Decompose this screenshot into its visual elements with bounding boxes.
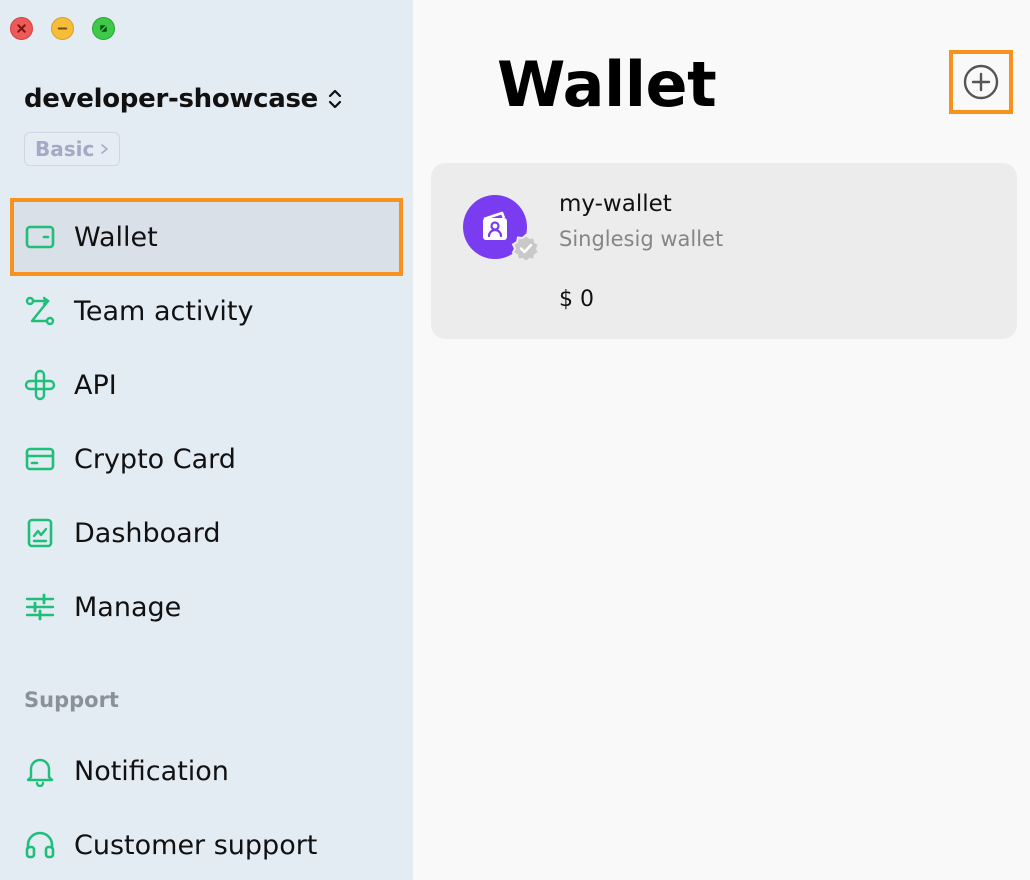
sidebar-item-label: Dashboard [74, 517, 221, 549]
window-controls [10, 17, 115, 40]
sidebar-item-label: Manage [74, 591, 182, 623]
sidebar-item-crypto-card[interactable]: Crypto Card [10, 420, 403, 498]
org-name: developer-showcase [24, 84, 318, 114]
add-wallet-button[interactable] [949, 50, 1013, 114]
credit-card-icon [25, 447, 55, 471]
main-content: Wallet my-wallet Singlesig wallet $ 0 [413, 0, 1030, 880]
org-switcher[interactable]: developer-showcase [24, 84, 344, 114]
sidebar-item-label: Crypto Card [74, 443, 236, 475]
sidebar-item-label: Wallet [74, 221, 158, 253]
maximize-window-button[interactable] [92, 17, 115, 40]
wallet-balance: $ 0 [559, 287, 594, 312]
chevron-up-down-icon [328, 89, 342, 109]
sidebar-item-label: Team activity [74, 295, 254, 327]
sliders-icon [25, 593, 55, 621]
close-window-button[interactable] [10, 17, 33, 40]
wallet-card[interactable]: my-wallet Singlesig wallet $ 0 [431, 163, 1017, 339]
bell-icon [26, 758, 54, 787]
sidebar-item-label: API [74, 369, 117, 401]
maximize-icon [100, 25, 107, 32]
plan-badge[interactable]: Basic [24, 132, 121, 166]
verified-badge-icon [511, 233, 541, 263]
wallet-name: my-wallet [559, 191, 672, 217]
close-icon [17, 24, 26, 33]
minimize-icon [57, 27, 68, 30]
page-title: Wallet [497, 48, 717, 121]
sidebar-item-customer-support[interactable]: Customer support [10, 806, 403, 880]
team-activity-icon [25, 296, 55, 326]
headphones-icon [25, 831, 55, 859]
minimize-window-button[interactable] [51, 17, 74, 40]
sidebar-item-dashboard[interactable]: Dashboard [10, 494, 403, 572]
wallet-icon [25, 225, 55, 249]
sidebar-item-api[interactable]: API [10, 346, 403, 424]
dashboard-icon [27, 518, 53, 548]
sidebar-item-manage[interactable]: Manage [10, 568, 403, 646]
sidebar-item-wallet[interactable]: Wallet [10, 198, 403, 276]
support-section-label: Support [24, 688, 119, 712]
wallet-type: Singlesig wallet [559, 227, 724, 251]
chevron-right-icon [101, 144, 109, 154]
sidebar: developer-showcase Basic Wallet Team act… [0, 0, 413, 880]
sidebar-item-team-activity[interactable]: Team activity [10, 272, 403, 350]
wallet-person-icon [483, 211, 507, 240]
sidebar-item-notification[interactable]: Notification [10, 732, 403, 810]
api-icon [24, 369, 56, 401]
plan-label: Basic [35, 137, 95, 161]
sidebar-item-label: Customer support [74, 829, 318, 861]
plus-circle-icon [963, 64, 999, 100]
sidebar-item-label: Notification [74, 755, 229, 787]
